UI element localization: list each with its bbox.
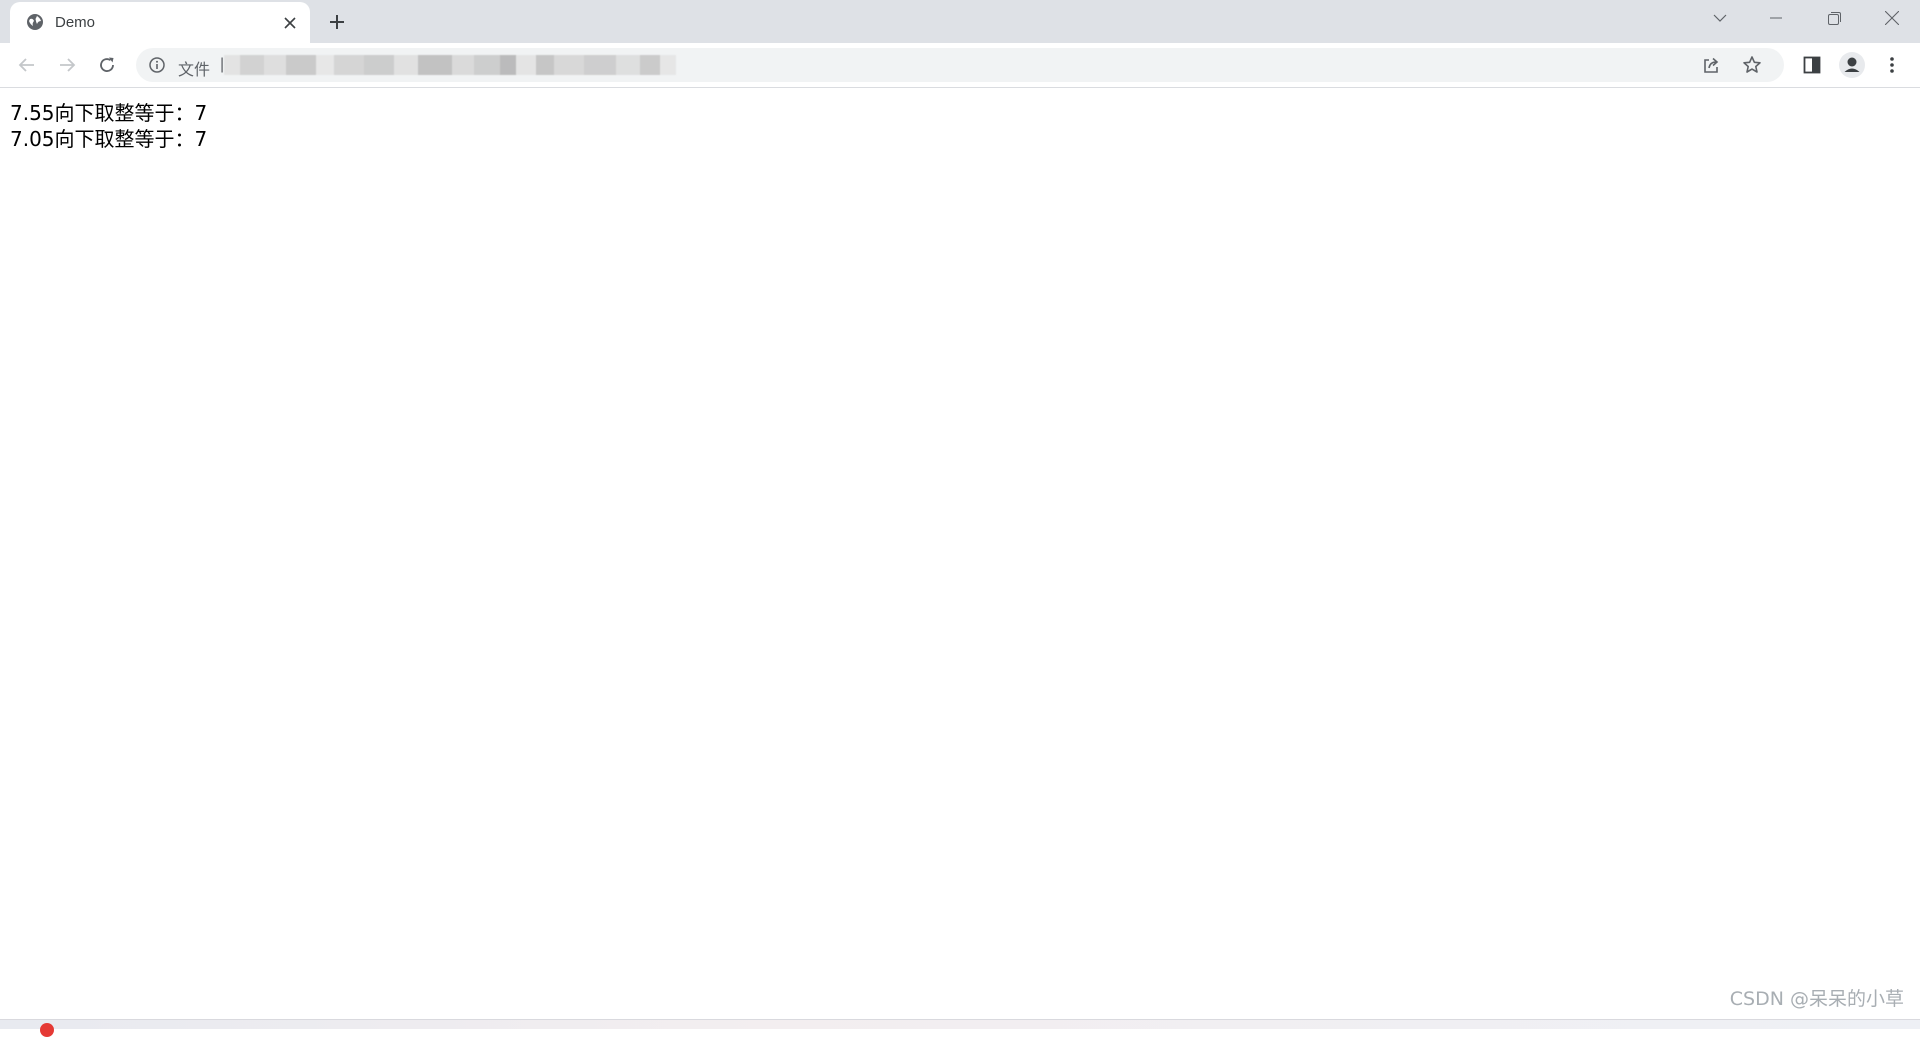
address-url-blurred[interactable] (224, 55, 676, 75)
tab-strip: Demo (0, 0, 1920, 43)
result-line-1: 7.55向下取整等于：7 (10, 101, 208, 125)
browser-toolbar: 文件 | (0, 43, 1920, 88)
side-panel-icon[interactable] (1796, 49, 1828, 81)
plus-icon[interactable] (324, 9, 350, 35)
more-menu-icon[interactable] (1876, 49, 1908, 81)
close-window-icon[interactable] (1868, 0, 1916, 36)
info-icon[interactable] (148, 56, 166, 74)
globe-icon (26, 13, 44, 31)
csdn-watermark: CSDN @呆呆的小草 (1729, 988, 1904, 1010)
address-scheme-label: 文件 (178, 60, 211, 79)
close-icon[interactable] (280, 13, 299, 32)
reload-icon[interactable] (91, 49, 123, 81)
share-icon[interactable] (1698, 52, 1724, 78)
tab-search-icon[interactable] (1696, 0, 1744, 36)
address-bar[interactable]: 文件 | (136, 48, 1784, 82)
restore-icon[interactable] (1810, 0, 1858, 36)
forward-arrow-icon[interactable] (51, 49, 83, 81)
profile-icon[interactable] (1836, 49, 1868, 81)
taskbar-edge (0, 1019, 1920, 1037)
app-icon (40, 1023, 54, 1037)
tab-title: Demo (55, 14, 96, 31)
star-icon[interactable] (1739, 52, 1765, 78)
minimize-icon[interactable] (1752, 0, 1800, 36)
result-line-2: 7.05向下取整等于：7 (10, 127, 208, 151)
tab-demo[interactable]: Demo (10, 2, 310, 43)
page-content: 7.55向下取整等于：7 7.05向下取整等于：7 CSDN @呆呆的小草 (0, 89, 1920, 1019)
back-arrow-icon[interactable] (11, 49, 43, 81)
